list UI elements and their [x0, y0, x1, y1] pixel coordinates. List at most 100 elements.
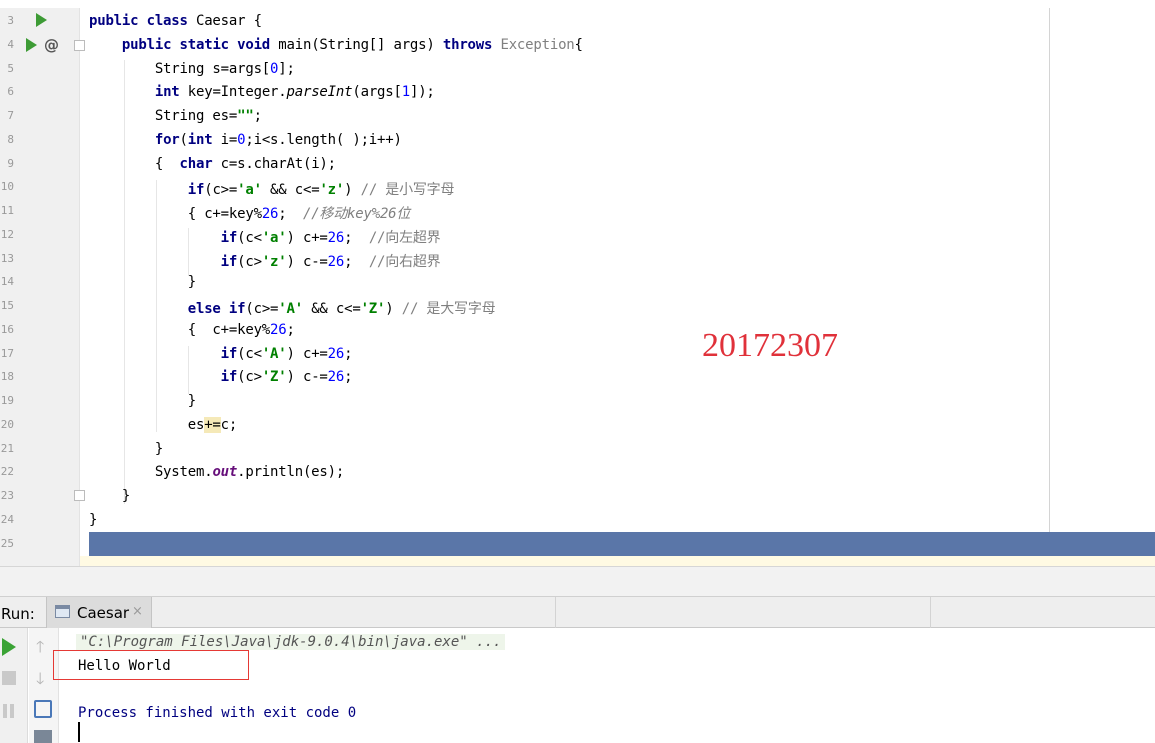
code-text: public static void main(String[] args) t…: [121, 36, 583, 53]
code-text: }: [89, 488, 131, 504]
code-text: else if(c>='A' && c<='Z') // 是大写字母: [187, 301, 496, 317]
pause-icon[interactable]: [2, 704, 16, 718]
tab-separator: [930, 597, 931, 628]
code-line[interactable]: 25: [0, 533, 1155, 557]
run-tool-window: Run: Caesar × 🡑 🡓 "C:\Program Files\Java…: [0, 566, 1155, 743]
code-text: }: [89, 511, 98, 528]
code-line[interactable]: 8 for(int i=0;i<s.length( );i++): [0, 129, 1155, 153]
code-line[interactable]: 19 }: [0, 390, 1155, 414]
code-text: public class Caesar {: [89, 13, 262, 29]
line-number: 15: [0, 299, 14, 312]
code-line[interactable]: 14 }: [0, 271, 1155, 295]
rerun-icon[interactable]: [2, 638, 16, 656]
code-line[interactable]: 6 int key=Integer.parseInt(args[1]);: [0, 81, 1155, 105]
run-class-icon[interactable]: [36, 13, 47, 27]
line-number: 22: [0, 465, 14, 479]
code-line[interactable]: 13 if(c>'z') c-=26; //向右超界: [0, 248, 1155, 272]
code-line[interactable]: 23 }: [0, 485, 1155, 509]
line-number: 18: [0, 370, 14, 384]
code-text: { c+=key%26;: [89, 321, 295, 338]
code-text: { char c=s.charAt(i);: [89, 155, 336, 172]
code-text: String s=args[0];: [89, 60, 295, 77]
code-line[interactable]: 7 String es="";: [0, 105, 1155, 129]
code-line[interactable]: 12 if(c<'a') c+=26; //向左超界: [0, 224, 1155, 248]
code-text: if(c>'z') c-=26; //向右超界: [220, 253, 441, 270]
code-line[interactable]: 15 else if(c>='A' && c<='Z') // 是大写字母: [0, 295, 1155, 319]
code-text: for(int i=0;i<s.length( );i++): [154, 131, 402, 148]
fold-marker-icon[interactable]: [74, 40, 85, 51]
code-text: es+=c;: [89, 416, 238, 433]
code-text: String es="";: [89, 108, 262, 124]
tab-separator: [555, 597, 556, 628]
code-line[interactable]: 22 System.out.println(es);: [0, 461, 1155, 485]
student-id-annotation: 20172307: [702, 327, 838, 364]
code-editor[interactable]: 3 public class Caesar { 4 public static vo…: [0, 0, 1155, 566]
run-label: Run:: [1, 605, 35, 623]
line-number: 3: [7, 14, 14, 27]
line-number: 5: [7, 61, 14, 75]
print-icon[interactable]: [34, 730, 52, 743]
line-number: 12: [0, 227, 14, 241]
code-text: if(c>='a' && c<='z') // 是小写字母: [187, 182, 455, 199]
stop-icon[interactable]: [2, 671, 16, 685]
console-caret: [78, 722, 80, 742]
fold-marker-icon[interactable]: [74, 490, 85, 501]
line-number: 20: [0, 417, 14, 431]
line-number: 11: [0, 204, 14, 217]
code-line[interactable]: 9 { char c=s.charAt(i);: [0, 153, 1155, 177]
line-number: 25: [0, 536, 14, 550]
code-line[interactable]: 4 public static void main(String[] args)…: [0, 34, 1155, 58]
code-text: if(c<'A') c+=26;: [220, 345, 353, 362]
console-exit-line: Process finished with exit code 0: [78, 705, 357, 721]
console-output[interactable]: "C:\Program Files\Java\jdk-9.0.4\bin\jav…: [53, 628, 1155, 743]
line-number: 16: [0, 322, 14, 336]
output-highlight-box: [53, 650, 249, 680]
code-line[interactable]: 20 es+=c;: [0, 414, 1155, 438]
console-toolbar: 🡑 🡓: [29, 628, 59, 743]
line-number: 13: [0, 251, 14, 265]
line-number: 23: [0, 489, 14, 502]
code-line[interactable]: 16 { c+=key%26;: [0, 319, 1155, 343]
code-text: if(c>'Z') c-=26;: [220, 369, 353, 386]
line-number: 19: [0, 394, 14, 407]
run-toolbar: [0, 628, 28, 743]
soft-wrap-icon[interactable]: [34, 700, 52, 718]
code-text: }: [89, 393, 196, 409]
panel-splitter[interactable]: [0, 566, 1155, 596]
code-text: }: [89, 274, 196, 291]
run-tab-bar: Run: Caesar ×: [0, 596, 1155, 628]
close-icon[interactable]: ×: [132, 604, 143, 619]
line-number: 6: [7, 85, 14, 99]
tab-label: Caesar: [77, 604, 130, 622]
code-line[interactable]: 10 if(c>='a' && c<='z') // 是小写字母: [0, 176, 1155, 200]
down-arrow-icon[interactable]: 🡓: [36, 668, 44, 695]
line-number: 21: [0, 441, 14, 455]
code-text: { c+=key%26; //移动key%26位: [89, 206, 411, 222]
application-icon: [55, 605, 70, 618]
code-text: }: [89, 440, 164, 457]
code-line[interactable]: 3 public class Caesar {: [0, 10, 1155, 34]
code-line[interactable]: 5 String s=args[0];: [0, 58, 1155, 82]
line-number: 24: [0, 512, 14, 526]
override-at-icon[interactable]: @: [44, 36, 59, 54]
up-arrow-icon[interactable]: 🡑: [36, 636, 44, 663]
tab-caesar[interactable]: Caesar ×: [46, 597, 152, 628]
line-number: 9: [7, 156, 14, 170]
console-command-line: "C:\Program Files\Java\jdk-9.0.4\bin\jav…: [76, 634, 506, 650]
line-number: 14: [0, 275, 14, 289]
code-line[interactable]: 21 }: [0, 438, 1155, 462]
code-line[interactable]: 17 if(c<'A') c+=26;: [0, 343, 1155, 367]
caret-row-highlight: [80, 556, 1155, 566]
code-text: System.out.println(es);: [89, 464, 345, 481]
code-line[interactable]: 24}: [0, 509, 1155, 533]
code-text: if(c<'a') c+=26; //向左超界: [220, 229, 441, 246]
code-line[interactable]: 18 if(c>'Z') c-=26;: [0, 366, 1155, 390]
code-text: int key=Integer.parseInt(args[1]);: [154, 84, 435, 101]
line-number: 4: [7, 37, 14, 51]
line-number: 8: [7, 132, 14, 146]
line-number: 7: [7, 109, 14, 122]
code-line[interactable]: 11 { c+=key%26; //移动key%26位: [0, 200, 1155, 224]
line-number: 17: [0, 346, 14, 360]
run-main-icon[interactable]: [26, 38, 37, 52]
line-number: 10: [0, 180, 14, 194]
